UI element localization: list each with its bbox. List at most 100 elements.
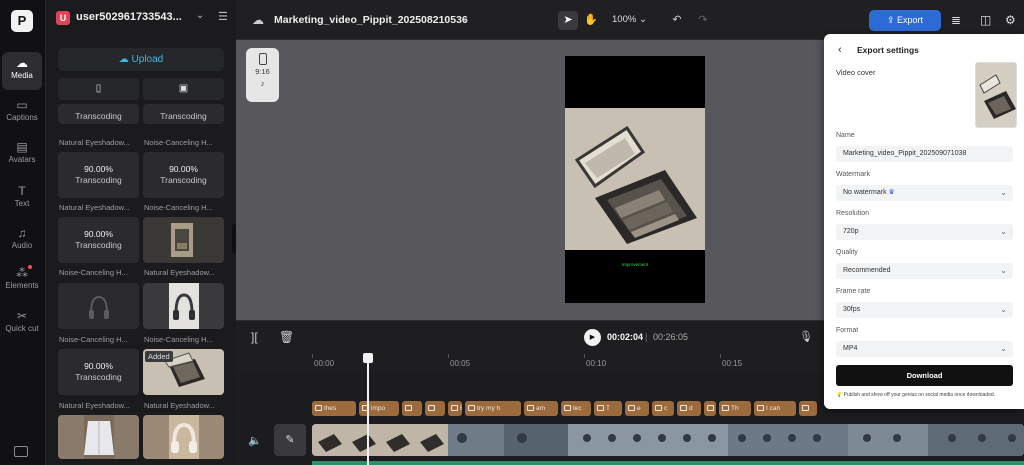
split-icon[interactable]: ][: [251, 330, 258, 344]
media-tile[interactable]: Transcoding: [143, 104, 224, 124]
media-tile[interactable]: [58, 283, 139, 329]
text-clip[interactable]: T: [594, 401, 622, 416]
name-input[interactable]: Marketing_video_Pippit_202509071038: [836, 146, 1013, 162]
volume-icon[interactable]: 🔈: [248, 434, 262, 447]
watermark-value: No watermark: [843, 189, 887, 196]
text-clip[interactable]: d: [677, 401, 701, 416]
video-canvas[interactable]: Improvement: [565, 56, 705, 303]
time-separator: |: [645, 332, 648, 342]
text-clip[interactable]: E: [448, 401, 462, 416]
text-clip[interactable]: tec: [561, 401, 591, 416]
select-tool-icon[interactable]: ➤: [558, 11, 578, 30]
format-select[interactable]: MP4 ⌄: [836, 341, 1013, 357]
rail-item-elements[interactable]: ⁂ Elements: [2, 262, 42, 300]
text-clip[interactable]: c: [652, 401, 674, 416]
ruler-tick: [584, 354, 585, 358]
resolution-label: Resolution: [836, 210, 870, 217]
media-tile[interactable]: Transcoding: [58, 104, 139, 124]
media-caption: Noise-Canceling H...: [144, 335, 213, 344]
video-track-clip[interactable]: [312, 424, 1024, 456]
media-tile[interactable]: [143, 283, 224, 329]
media-caption: Noise-Canceling H...: [59, 335, 128, 344]
audio-track-clip[interactable]: [312, 461, 1024, 465]
notification-dot: [28, 265, 32, 269]
list-view-icon[interactable]: ☰: [218, 10, 228, 23]
video-cover-thumbnail[interactable]: [975, 62, 1017, 128]
undo-icon[interactable]: ↶: [668, 11, 686, 30]
rail-item-avatars[interactable]: ▤ Avatars: [2, 136, 42, 174]
trash-icon[interactable]: 🗑: [279, 330, 294, 344]
text-clip[interactable]: try my h: [465, 401, 521, 416]
settings-gear-icon[interactable]: ⚙: [1005, 13, 1016, 27]
rail-item-text[interactable]: T Text: [2, 180, 42, 218]
tile-progress: 90.00%: [84, 164, 113, 174]
filter-image-button[interactable]: ▣: [143, 78, 224, 100]
watermark-label: Watermark: [836, 171, 870, 178]
back-arrow-icon[interactable]: ‹: [838, 44, 842, 56]
aspect-ratio-label: 9:16: [255, 67, 270, 76]
layers-icon[interactable]: ≣: [951, 13, 961, 27]
text-clip[interactable]: [799, 401, 817, 416]
text-clip-icon: [597, 405, 604, 412]
user-switcher[interactable]: U user502961733543... ⌄ ☰: [56, 9, 228, 31]
tile-status: Transcoding: [160, 175, 207, 185]
text-clip-icon: [655, 405, 662, 412]
text-clip[interactable]: am: [524, 401, 558, 416]
app-logo[interactable]: P: [11, 10, 33, 32]
quality-select[interactable]: Recommended ⌄: [836, 263, 1013, 279]
sidebar-toggle-icon[interactable]: [14, 446, 28, 457]
rail-item-audio[interactable]: ♫ Audio: [2, 222, 42, 260]
media-tile[interactable]: Added: [143, 349, 224, 395]
note-text: Publish and show off your genius on soci…: [843, 392, 996, 398]
phone-icon: ▯: [95, 83, 102, 94]
tiktok-icon: ♪: [260, 79, 265, 88]
media-tile[interactable]: 90.00% Transcoding: [143, 152, 224, 198]
download-button[interactable]: Download: [836, 365, 1013, 386]
text-clip[interactable]: Th: [719, 401, 751, 416]
aspect-ratio-selector[interactable]: 9:16 ♪: [246, 48, 279, 102]
text-clip[interactable]: impo: [359, 401, 399, 416]
playhead[interactable]: [367, 354, 369, 465]
text-clip-icon: [315, 405, 322, 412]
text-clip-label: tec: [573, 405, 582, 412]
project-title[interactable]: Marketing_video_Pippit_202508210536: [274, 14, 468, 26]
redo-icon[interactable]: ↷: [694, 11, 712, 30]
text-clip[interactable]: [425, 401, 445, 416]
media-tile[interactable]: 90.00% Transcoding: [58, 152, 139, 198]
media-tile[interactable]: [58, 415, 139, 459]
shirt-thumbnail: [84, 415, 114, 459]
text-clip[interactable]: [402, 401, 422, 416]
text-clip[interactable]: I can: [754, 401, 796, 416]
watermark-select[interactable]: No watermark ♛ ⌄: [836, 185, 1013, 201]
media-tile[interactable]: 90.00% Transcoding: [58, 349, 139, 395]
filter-phone-button[interactable]: ▯: [58, 78, 139, 100]
text-clip[interactable]: thes: [312, 401, 356, 416]
microphone-icon[interactable]: 🎙: [799, 330, 813, 343]
cover-edit-button[interactable]: ✎: [274, 424, 306, 456]
rail-item-captions[interactable]: ▭ Captions: [2, 94, 42, 132]
layout-icon[interactable]: ◫: [980, 13, 991, 27]
ruler-label: 00:10: [586, 359, 607, 368]
timeline-ruler[interactable]: 00:00 00:05 00:10 00:15: [236, 354, 826, 374]
media-tile[interactable]: [143, 217, 224, 263]
rail-item-media[interactable]: ☁ Media: [2, 52, 42, 90]
text-clip-icon: [628, 405, 635, 412]
play-button[interactable]: ▶: [584, 329, 601, 346]
resolution-select[interactable]: 720p ⌄: [836, 224, 1013, 240]
media-tile[interactable]: 90.00% Transcoding: [58, 217, 139, 263]
text-clip-icon: [468, 405, 475, 412]
tile-status: Transcoding: [75, 111, 122, 121]
text-clip[interactable]: e: [625, 401, 649, 416]
upload-button[interactable]: ☁ Upload: [58, 48, 224, 71]
upload-label: Upload: [131, 54, 164, 65]
export-button[interactable]: ⇪ Export: [869, 10, 941, 31]
rail-item-quickcut[interactable]: ✂ Quick cut: [2, 305, 42, 347]
hand-tool-icon[interactable]: ✋: [582, 11, 600, 30]
chevron-down-icon: ⌄: [1000, 188, 1007, 197]
text-clip[interactable]: [704, 401, 716, 416]
playhead-handle[interactable]: [363, 353, 373, 363]
framerate-select[interactable]: 30fps ⌄: [836, 302, 1013, 318]
media-tile[interactable]: [143, 415, 224, 459]
zoom-level[interactable]: 100% ⌄: [612, 14, 647, 25]
chevron-down-icon[interactable]: ⌄: [462, 14, 470, 25]
